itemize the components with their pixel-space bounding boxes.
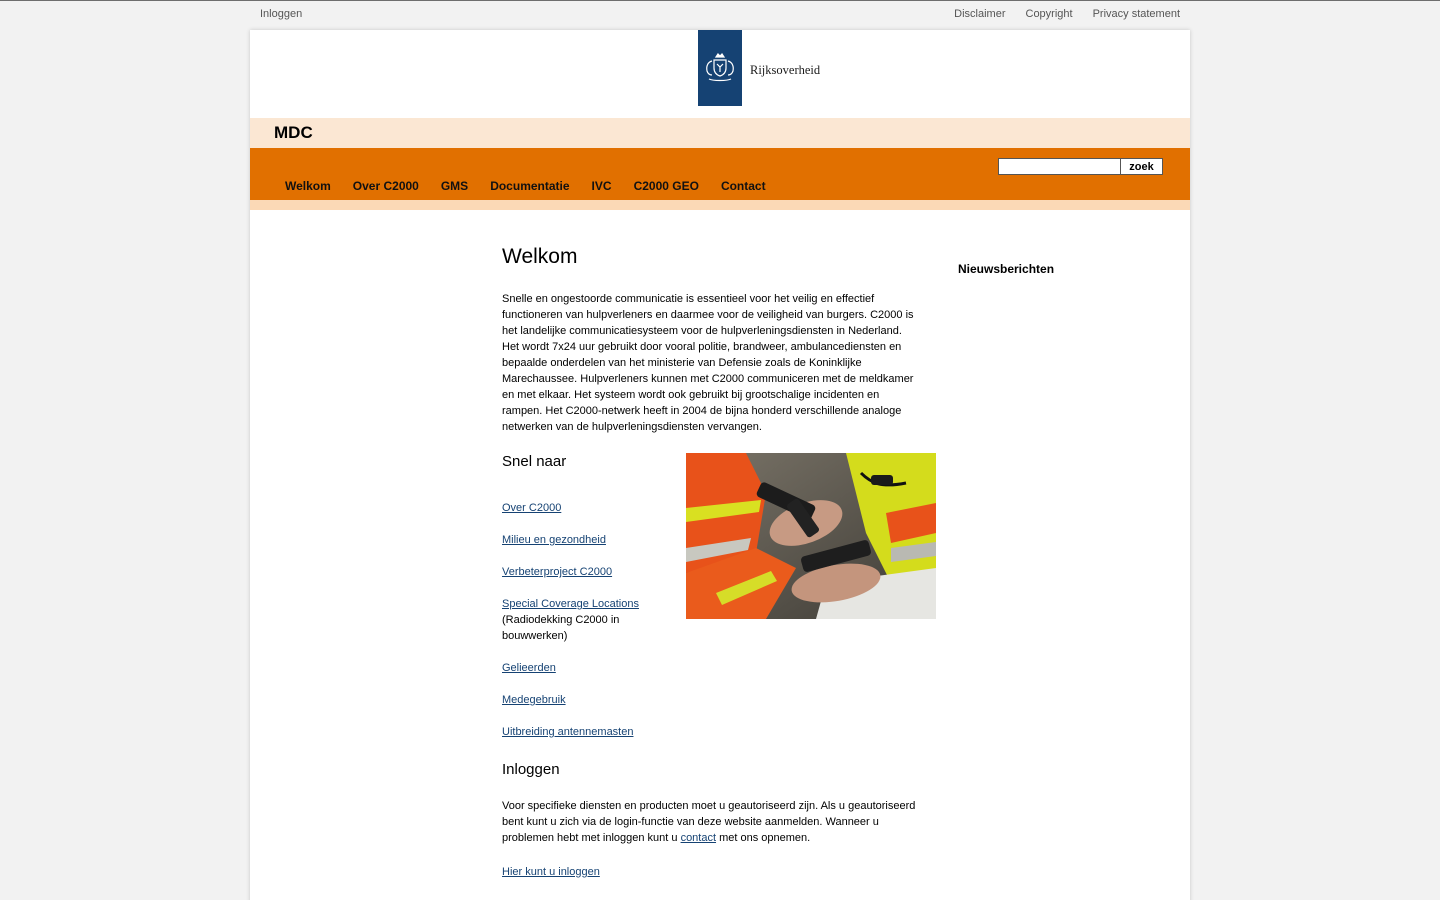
coat-of-arms-icon [698, 30, 742, 106]
rijksoverheid-logo[interactable]: Rijksoverheid [698, 30, 820, 106]
page-container: Rijksoverheid MDC zoek Welkom Over C2000… [250, 30, 1190, 900]
quick-links-list: Over C2000 Milieu en gezondheid Verbeter… [502, 500, 672, 740]
disclaimer-link[interactable]: Disclaimer [954, 8, 1005, 20]
nav-divider-strip [250, 200, 1190, 210]
search-form: zoek [998, 158, 1163, 175]
quick-link-over-c2000[interactable]: Over C2000 [502, 502, 561, 514]
quick-link-verbeterproject[interactable]: Verbeterproject C2000 [502, 566, 612, 578]
nav-item-documentatie[interactable]: Documentatie [479, 179, 580, 193]
main-content: Welkom Snelle en ongestoorde communicati… [502, 245, 936, 880]
intro-paragraph: Snelle en ongestoorde communicatie is es… [502, 293, 914, 433]
search-input[interactable] [998, 158, 1121, 175]
quick-link-uitbreiding-antennemasten[interactable]: Uitbreiding antennemasten [502, 726, 633, 738]
list-item: Gelieerden [502, 660, 672, 676]
login-section: Inloggen Voor specifieke diensten en pro… [502, 761, 936, 880]
site-title-bar: MDC [250, 118, 1190, 148]
login-link[interactable]: Hier kunt u inloggen [502, 866, 600, 878]
list-item: Special Coverage Locations (Radiodekking… [502, 596, 672, 644]
nav-item-c2000-geo[interactable]: C2000 GEO [623, 179, 710, 193]
quick-link-gelieerden[interactable]: Gelieerden [502, 662, 556, 674]
contact-inline-link[interactable]: contact [681, 832, 716, 844]
privacy-statement-link[interactable]: Privacy statement [1093, 8, 1180, 20]
nav-item-over-c2000[interactable]: Over C2000 [342, 179, 430, 193]
login-title: Inloggen [502, 761, 560, 778]
main-navigation-bar: zoek Welkom Over C2000 GMS Documentatie … [250, 148, 1190, 200]
site-title: MDC [274, 123, 313, 142]
sidebar: Nieuwsberichten [958, 262, 1054, 276]
copyright-link[interactable]: Copyright [1026, 8, 1073, 20]
utility-bar: Inloggen Disclaimer Copyright Privacy st… [250, 1, 1190, 29]
main-nav: Welkom Over C2000 GMS Documentatie IVC C… [274, 179, 777, 193]
nav-item-gms[interactable]: GMS [430, 179, 479, 193]
quick-link-note: (Radiodekking C2000 in bouwwerken) [502, 614, 620, 642]
quick-links-section: Snel naar Over C2000 Milieu en gezondhei… [502, 453, 936, 753]
page-title: Welkom [502, 245, 578, 268]
login-text-after: met ons opnemen. [716, 832, 811, 844]
logo-text: Rijksoverheid [750, 62, 821, 77]
login-paragraph: Voor specifieke diensten en producten mo… [502, 798, 922, 846]
utility-links: Disclaimer Copyright Privacy statement [954, 8, 1180, 20]
nav-item-welkom[interactable]: Welkom [274, 179, 342, 193]
news-title: Nieuwsberichten [958, 262, 1055, 276]
list-item: Over C2000 [502, 500, 672, 516]
nav-item-contact[interactable]: Contact [710, 179, 777, 193]
list-item: Medegebruik [502, 692, 672, 708]
list-item: Verbeterproject C2000 [502, 564, 672, 580]
search-button[interactable]: zoek [1121, 158, 1163, 175]
quick-link-special-coverage-locations[interactable]: Special Coverage Locations [502, 598, 639, 610]
emergency-radio-photo [686, 453, 936, 619]
list-item: Uitbreiding antennemasten [502, 724, 672, 740]
quick-link-medegebruik[interactable]: Medegebruik [502, 694, 566, 706]
quick-link-milieu-en-gezondheid[interactable]: Milieu en gezondheid [502, 534, 606, 546]
list-item: Milieu en gezondheid [502, 532, 672, 548]
top-login-link[interactable]: Inloggen [260, 8, 302, 20]
nav-item-ivc[interactable]: IVC [581, 179, 623, 193]
